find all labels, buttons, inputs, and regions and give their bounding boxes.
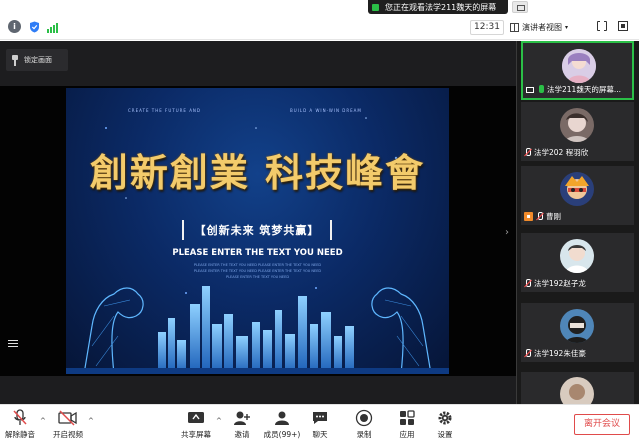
mic-off-icon <box>524 279 531 288</box>
fullscreen-icon[interactable] <box>597 20 607 32</box>
start-video-label: 开启视频 <box>53 430 83 439</box>
members-button[interactable]: 成员(99+) <box>262 409 302 440</box>
mic-off-icon <box>12 409 28 427</box>
slide-subtitle: 【创新未来 筑梦共赢】 <box>194 224 320 237</box>
avatar <box>560 239 594 273</box>
participant-label: 法学192朱佳豪 <box>524 348 586 359</box>
shared-slide: CREATE THE FUTURE AND BUILD A WIN-WIN DR… <box>66 88 449 374</box>
avatar <box>560 172 594 206</box>
pin-icon <box>12 54 18 66</box>
mic-off-icon <box>524 148 531 157</box>
chevron-right-icon[interactable]: › <box>505 227 509 238</box>
notification-banner: 您正在观看法学211魏天的屏幕 <box>0 0 639 14</box>
chevron-up-icon[interactable]: ^ <box>40 417 46 425</box>
screen-share-icon <box>526 86 534 93</box>
camera-off-icon <box>58 409 78 427</box>
participant-name: 法学192赵子龙 <box>534 279 586 288</box>
viewing-screen-pill: 您正在观看法学211魏天的屏幕 <box>368 0 508 14</box>
grid-view-icon <box>510 23 519 32</box>
chat-button[interactable]: 聊天 <box>300 409 340 440</box>
host-badge-icon: ▪ <box>524 212 533 221</box>
chevron-up-icon[interactable]: ^ <box>88 417 94 425</box>
participant-video-panel: 法学211魏天的屏幕... 法学202 程羽欣 ▪ 曹刚 法学192赵子龙 法学… <box>516 41 639 411</box>
record-button[interactable]: 录制 <box>344 409 384 440</box>
members-label: 成员(99+) <box>263 430 301 439</box>
viewing-screen-text: 您正在观看法学211魏天的屏幕 <box>385 2 497 12</box>
video-tile[interactable]: 法学211魏天的屏幕... <box>521 41 634 100</box>
avatar <box>562 49 596 83</box>
slide-city-skyline <box>66 286 449 374</box>
network-signal-icon[interactable] <box>46 22 59 33</box>
invite-label: 邀请 <box>234 430 250 439</box>
apps-label: 应用 <box>399 430 415 439</box>
members-icon <box>273 409 291 427</box>
slide-subtitle-frame: 【创新未来 筑梦共赢】 <box>182 220 332 240</box>
participant-label: 法学192赵子龙 <box>524 278 586 289</box>
participant-name: 法学211魏天的屏幕... <box>547 85 621 94</box>
slide-title: 創新創業 科技峰會 <box>89 150 426 195</box>
share-screen-label: 共享屏幕 <box>181 430 211 439</box>
leave-meeting-button[interactable]: 离开会议 <box>574 414 630 435</box>
info-icon[interactable]: i <box>8 20 21 33</box>
bottom-toolbar: 解除静音 ^ 开启视频 ^ 共享屏幕 ^ 邀请 成员(99+) 聊天 录制 应用… <box>0 404 639 443</box>
invite-button[interactable]: 邀请 <box>222 409 262 440</box>
mic-off-icon <box>536 212 543 221</box>
settings-label: 设置 <box>437 430 453 439</box>
chat-icon <box>311 409 329 427</box>
avatar <box>560 108 594 142</box>
video-tile[interactable]: 法学202 程羽欣 <box>521 102 634 161</box>
record-icon <box>355 409 373 427</box>
participant-name: 法学202 程羽欣 <box>534 148 589 157</box>
participant-label: 法学211魏天的屏幕... <box>526 84 621 95</box>
video-tile[interactable]: 法学192赵子龙 <box>521 233 634 292</box>
meeting-window: 您正在观看法学211魏天的屏幕 i 12:31 演讲者视图 ▾ 锁定画面 CRE… <box>0 0 639 443</box>
avatar <box>560 309 594 343</box>
gear-icon <box>436 409 454 427</box>
invite-icon <box>233 409 251 427</box>
participant-label: 法学202 程羽欣 <box>524 147 588 158</box>
share-screen-button[interactable]: 共享屏幕 <box>176 409 216 440</box>
window-mode-icon[interactable] <box>618 21 628 31</box>
video-tile[interactable]: 法学192朱佳豪 <box>521 303 634 362</box>
record-label: 录制 <box>356 430 372 439</box>
shared-screen-stage: 锁定画面 CREATE THE FUTURE AND BUILD A WIN-W… <box>0 41 516 404</box>
lock-view-label: 锁定画面 <box>24 56 52 64</box>
share-screen-icon <box>187 409 205 427</box>
speaker-view-button[interactable]: 演讲者视图 ▾ <box>510 20 582 35</box>
sharing-indicator-icon <box>372 3 379 11</box>
list-icon[interactable] <box>8 340 18 350</box>
unmute-label: 解除静音 <box>5 430 35 439</box>
chat-label: 聊天 <box>312 430 328 439</box>
banner-window-icon[interactable] <box>512 1 528 13</box>
meeting-timer: 12:31 <box>470 20 504 35</box>
settings-button[interactable]: 设置 <box>425 409 465 440</box>
participant-label: ▪ 曹刚 <box>524 211 561 222</box>
view-label: 演讲者视图 <box>522 23 562 32</box>
mic-off-icon <box>524 349 531 358</box>
participant-name: 曹刚 <box>546 212 561 221</box>
video-tile[interactable] <box>521 372 634 411</box>
shield-icon[interactable] <box>28 20 41 33</box>
unmute-button[interactable]: 解除静音 <box>0 409 40 440</box>
start-video-button[interactable]: 开启视频 <box>48 409 88 440</box>
top-bar: i 12:31 演讲者视图 ▾ <box>0 14 639 40</box>
participant-name: 法学192朱佳豪 <box>534 349 586 358</box>
lock-view-button[interactable]: 锁定画面 <box>6 49 68 71</box>
video-tile[interactable]: ▪ 曹刚 <box>521 166 634 225</box>
chevron-down-icon: ▾ <box>565 24 569 31</box>
chevron-up-icon[interactable]: ^ <box>216 417 222 425</box>
mic-on-icon <box>537 85 544 94</box>
apps-grid-icon <box>398 409 416 427</box>
apps-button[interactable]: 应用 <box>387 409 427 440</box>
